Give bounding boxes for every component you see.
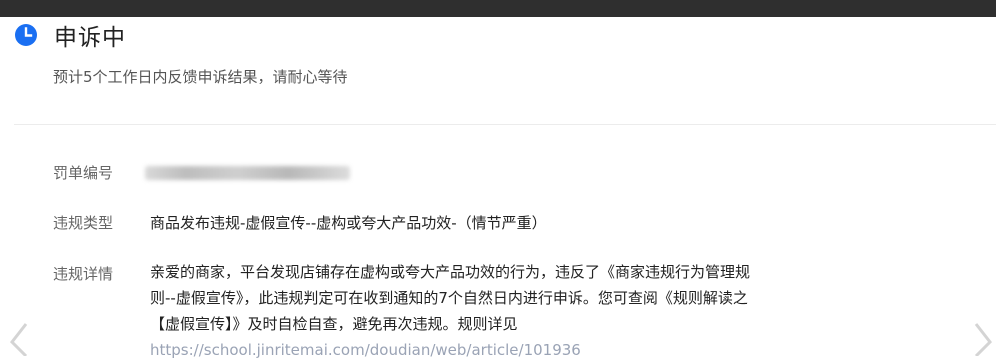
violation-type-value: 商品发布违规-虚假宣传--虚构或夸大产品功效-（情节严重） <box>150 214 547 232</box>
penalty-number-label: 罚单编号 <box>53 164 114 182</box>
violation-type-label: 违规类型 <box>53 214 114 232</box>
status-title: 申诉中 <box>54 25 126 51</box>
next-arrow-icon[interactable] <box>972 322 994 358</box>
rule-detail-link[interactable]: https://school.jinritemai.com/doudian/we… <box>150 337 920 363</box>
violation-detail-label: 违规详情 <box>53 265 114 283</box>
status-subtitle: 预计5个工作日内反馈申诉结果，请耐心等待 <box>53 68 348 86</box>
window-top-bar <box>0 0 996 17</box>
clock-icon <box>14 23 38 47</box>
violation-detail-line: 【虚假宣传】》及时自检自查，避免再次违规。规则详见 <box>150 315 518 333</box>
appeal-status-header: 申诉中 <box>14 20 126 51</box>
previous-arrow-icon[interactable] <box>8 322 30 358</box>
section-divider <box>14 124 996 125</box>
violation-detail-text: 亲爱的商家，平台发现店铺存在虚构或夸大产品功效的行为，违反了《商家违规行为管理规… <box>150 259 920 363</box>
violation-detail-line: 则--虚假宣传》，此违规判定可在收到通知的7个自然日内进行申诉。您可查阅《规则解… <box>150 289 748 307</box>
violation-detail-line: 亲爱的商家，平台发现店铺存在虚构或夸大产品功效的行为，违反了《商家违规行为管理规 <box>150 263 751 281</box>
penalty-number-value-redacted <box>145 166 350 180</box>
